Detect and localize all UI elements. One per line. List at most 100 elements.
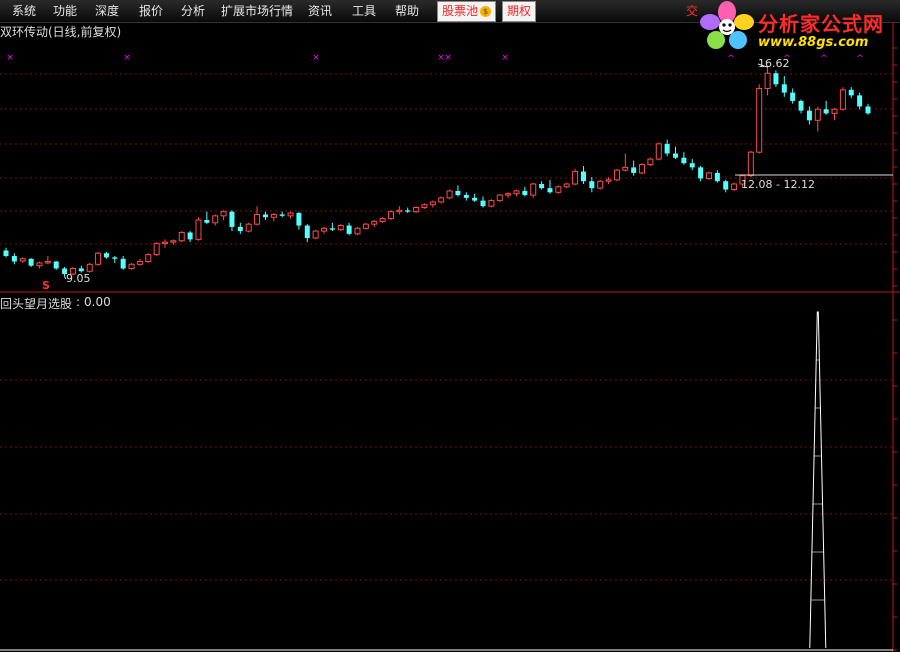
- candle: [572, 168, 579, 186]
- candle: [857, 92, 863, 110]
- candle: [631, 160, 637, 176]
- candle: [254, 206, 261, 226]
- candle: [136, 258, 143, 266]
- candle: [120, 256, 126, 270]
- candle: [162, 239, 169, 248]
- candle-body: [455, 190, 461, 196]
- candle: [28, 258, 34, 268]
- candle-body: [664, 143, 670, 154]
- candle-body: [689, 163, 695, 168]
- candle-body: [764, 72, 771, 89]
- candle: [622, 153, 629, 172]
- candle-body: [195, 219, 202, 240]
- candle: [547, 179, 553, 194]
- candle-body: [647, 158, 654, 166]
- signal-cross-marker: ×: [312, 53, 320, 63]
- candle-body: [673, 153, 679, 158]
- indicator-name: 回头望月选股: [0, 297, 73, 311]
- candle-body: [429, 201, 436, 206]
- candle-body: [831, 108, 838, 114]
- signal-cross-marker: ×: [6, 53, 14, 63]
- candle-body: [563, 183, 570, 188]
- candle: [438, 196, 445, 204]
- candle-body: [865, 106, 871, 114]
- candle: [480, 196, 486, 208]
- candle-body: [555, 186, 562, 193]
- candle-body: [28, 258, 34, 266]
- candle: [522, 186, 528, 197]
- candle: [798, 99, 804, 114]
- candle-body: [396, 209, 403, 213]
- candle: [362, 222, 369, 230]
- candle: [279, 211, 285, 218]
- candle-body: [438, 197, 445, 203]
- candle-body: [756, 87, 763, 153]
- candle-body: [44, 261, 51, 264]
- candle-body: [698, 167, 704, 179]
- candle-body: [806, 110, 812, 121]
- candle: [496, 193, 503, 202]
- candle-body: [413, 207, 420, 213]
- candle: [513, 189, 520, 197]
- candle-body: [513, 190, 520, 195]
- candle: [848, 87, 854, 99]
- candle: [3, 247, 9, 258]
- candle: [287, 211, 294, 219]
- candle: [673, 146, 679, 160]
- candle: [145, 253, 152, 263]
- signal-cross-marker: ×: [501, 53, 509, 63]
- candle-body: [103, 253, 109, 258]
- candle: [664, 139, 670, 157]
- candle: [723, 179, 729, 193]
- candle-body: [848, 89, 854, 96]
- signal-cross-marker: ×: [123, 53, 131, 63]
- candle-body: [19, 258, 26, 262]
- candle-body: [547, 188, 553, 193]
- candle-body: [187, 232, 193, 240]
- candle: [747, 150, 754, 178]
- candle: [597, 179, 604, 190]
- candle: [463, 192, 469, 201]
- candle-body: [262, 214, 268, 218]
- candle-body: [622, 166, 629, 171]
- candle-body: [790, 92, 796, 101]
- signal-caret-marker: ^: [856, 54, 864, 64]
- candle: [714, 170, 720, 183]
- candle: [505, 192, 512, 198]
- candle: [321, 226, 328, 234]
- candle-body: [337, 225, 344, 231]
- signal-caret-marker: ^: [820, 54, 828, 64]
- indicator-colon: :: [76, 295, 81, 309]
- candle-body: [220, 211, 227, 217]
- candle: [580, 166, 586, 184]
- candle-body: [857, 95, 863, 107]
- candle-body: [488, 200, 495, 207]
- candle-body: [329, 228, 335, 230]
- candle: [790, 88, 796, 104]
- low-price-label: 9.05: [66, 272, 91, 285]
- candle: [539, 181, 545, 190]
- candle-body: [823, 109, 829, 114]
- candle: [95, 251, 102, 266]
- candle: [371, 220, 378, 227]
- candle: [756, 84, 763, 154]
- candle: [421, 203, 428, 209]
- candle-body: [580, 171, 586, 182]
- candle: [204, 211, 210, 225]
- candle: [128, 262, 135, 270]
- candle: [698, 166, 704, 182]
- candle-body: [11, 256, 17, 262]
- candle: [212, 214, 219, 226]
- candle: [731, 182, 738, 191]
- candle: [681, 152, 687, 165]
- candle-body: [705, 172, 712, 179]
- candle: [346, 222, 352, 236]
- candle-body: [496, 194, 503, 202]
- candle-body: [170, 240, 177, 243]
- candle-body: [747, 151, 754, 177]
- signal-caret-marker: ^: [727, 54, 735, 64]
- indicator-value: 0.00: [84, 295, 111, 309]
- candle-body: [522, 190, 528, 196]
- candle-body: [312, 230, 319, 239]
- candle-body: [530, 183, 537, 196]
